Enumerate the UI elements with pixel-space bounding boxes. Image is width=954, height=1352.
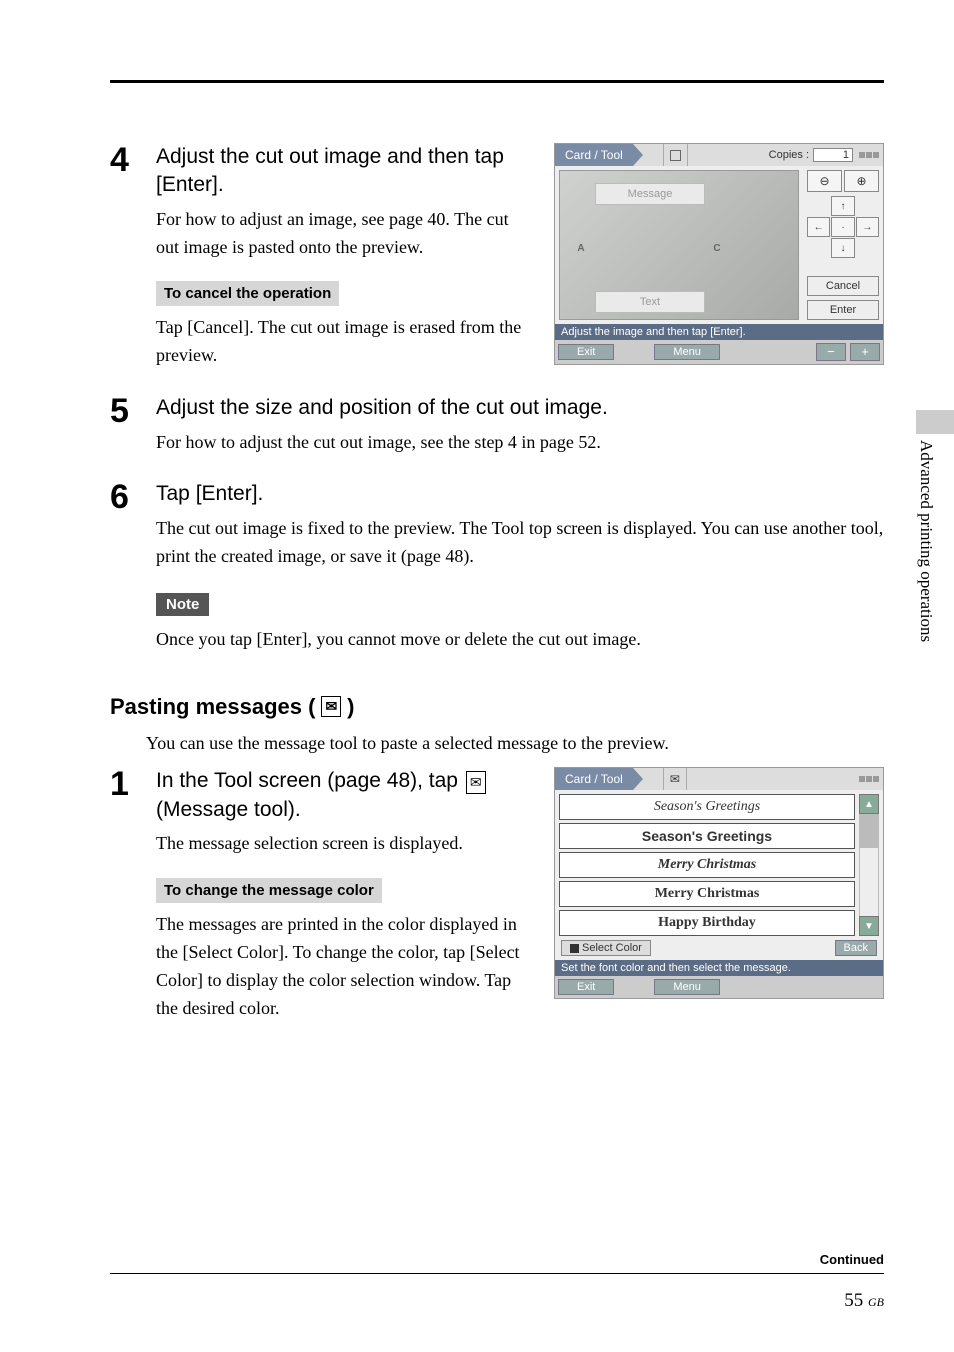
message-tool-icon: ✉ — [321, 696, 341, 717]
enter-button[interactable]: Enter — [807, 300, 879, 320]
pan-right-button[interactable]: → — [856, 217, 879, 237]
back-button[interactable]: Back — [835, 940, 877, 956]
scroll-thumb[interactable] — [860, 814, 878, 848]
cancel-body: Tap [Cancel]. The cut out image is erase… — [156, 314, 530, 370]
change-color-body: The messages are printed in the color di… — [156, 911, 530, 1023]
top-rule — [110, 80, 884, 83]
status-squares-icon — [859, 152, 879, 158]
page-number-value: 55 — [844, 1290, 863, 1311]
scroll-track[interactable] — [859, 814, 879, 916]
pan-center-button[interactable]: · — [831, 217, 854, 237]
scroll-down-button[interactable]: ▼ — [859, 916, 879, 936]
list-item[interactable]: Merry Christmas — [559, 852, 855, 878]
status-squares-icon — [859, 776, 879, 782]
ss1-tab[interactable]: Card / Tool — [555, 144, 633, 166]
zoom-out-button[interactable]: ⊖ — [807, 170, 842, 192]
cancel-button[interactable]: Cancel — [807, 276, 879, 296]
plus-button[interactable]: + — [850, 343, 880, 361]
footer: Continued 55 GB — [110, 1252, 884, 1312]
select-color-label: Select Color — [582, 942, 642, 954]
text-placeholder[interactable]: Text — [595, 291, 705, 313]
step-6-number: 6 — [110, 480, 156, 663]
list-item[interactable]: Season's Greetings — [559, 794, 855, 820]
ss2-tab[interactable]: Card / Tool — [555, 768, 633, 790]
pasting-heading-text: Pasting messages ( — [110, 694, 315, 720]
step-6-body: The cut out image is fixed to the previe… — [156, 515, 884, 571]
preview-area[interactable]: Message A C Text — [559, 170, 799, 320]
step-1b-body: The message selection screen is displaye… — [156, 830, 530, 858]
list-item[interactable]: Merry Christmas — [559, 881, 855, 907]
select-color-button[interactable]: Select Color — [561, 940, 651, 956]
pan-controls: ↑ ←·→ ↓ — [807, 196, 879, 258]
step-4-number: 4 — [110, 143, 156, 380]
message-icon: ✉ — [663, 768, 687, 790]
copies-value[interactable]: 1 — [813, 148, 853, 162]
screenshot-adjust-image: Card / Tool Copies : 1 Message A C Text — [554, 143, 884, 365]
copies-group: Copies : 1 — [769, 144, 883, 166]
step-1b-title-b: (Message tool). — [156, 798, 301, 821]
menu-button[interactable]: Menu — [654, 979, 720, 995]
step-1b-number: 1 — [110, 767, 156, 1032]
ss1-status-bar: Adjust the image and then tap [Enter]. — [555, 324, 883, 340]
handle-c[interactable]: C — [710, 241, 724, 255]
handle-a[interactable]: A — [574, 241, 588, 255]
step-4-title: Adjust the cut out image and then tap [E… — [156, 143, 530, 200]
message-tool-icon-inline: ✉ — [466, 771, 486, 794]
step-5-number: 5 — [110, 394, 156, 466]
page-number-suffix: GB — [868, 1295, 884, 1309]
note-body: Once you tap [Enter], you cannot move or… — [156, 626, 884, 654]
note-label: Note — [156, 593, 209, 616]
step-1b-title: In the Tool screen (page 48), tap ✉ (Mes… — [156, 767, 530, 824]
color-swatch-icon — [570, 944, 579, 953]
zoom-in-button[interactable]: ⊕ — [844, 170, 879, 192]
menu-button[interactable]: Menu — [654, 344, 720, 360]
cancel-heading: To cancel the operation — [156, 281, 339, 306]
ss2-status-bar: Set the font color and then select the m… — [555, 960, 883, 976]
pasting-heading: Pasting messages ( ✉ ) — [110, 694, 884, 720]
message-placeholder[interactable]: Message — [595, 183, 705, 205]
card-icon — [663, 144, 688, 166]
list-item[interactable]: Season's Greetings — [559, 823, 855, 849]
pasting-intro: You can use the message tool to paste a … — [146, 730, 884, 758]
step-6-title: Tap [Enter]. — [156, 480, 884, 508]
page-number: 55 GB — [110, 1290, 884, 1312]
step-4-body: For how to adjust an image, see page 40.… — [156, 206, 530, 262]
pan-down-button[interactable]: ↓ — [831, 238, 854, 258]
scroll-up-button[interactable]: ▲ — [859, 794, 879, 814]
exit-button[interactable]: Exit — [558, 344, 614, 360]
step-5-title: Adjust the size and position of the cut … — [156, 394, 884, 422]
pasting-heading-end: ) — [347, 694, 354, 720]
pan-up-button[interactable]: ↑ — [831, 196, 854, 216]
step-1b-title-a: In the Tool screen (page 48), tap — [156, 769, 464, 792]
pan-left-button[interactable]: ← — [807, 217, 830, 237]
change-color-heading: To change the message color — [156, 878, 382, 903]
minus-button[interactable]: − — [816, 343, 846, 361]
scrollbar[interactable]: ▲ ▼ — [859, 794, 879, 936]
continued-label: Continued — [110, 1252, 884, 1274]
list-item[interactable]: Happy Birthday — [559, 910, 855, 936]
tab-arrow-icon — [633, 768, 643, 790]
step-5-body: For how to adjust the cut out image, see… — [156, 429, 884, 457]
exit-button[interactable]: Exit — [558, 979, 614, 995]
copies-label: Copies : — [769, 149, 809, 161]
screenshot-message-list: Card / Tool ✉ Season's Greetings Season'… — [554, 767, 884, 999]
tab-arrow-icon — [633, 144, 643, 166]
